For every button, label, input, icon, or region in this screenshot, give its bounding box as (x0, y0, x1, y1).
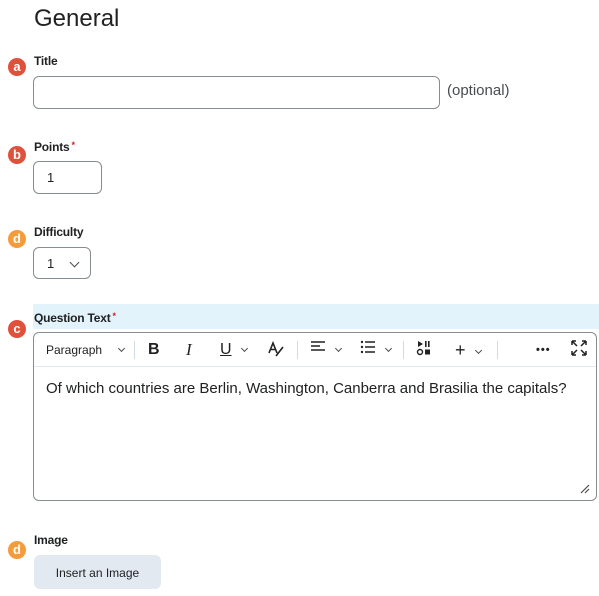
align-left-icon (311, 341, 325, 351)
toolbar-divider (403, 341, 404, 359)
chevron-down-icon (385, 344, 393, 353)
question-text-highlight (33, 304, 599, 329)
difficulty-selected-value: 1 (47, 256, 55, 271)
toolbar-divider (297, 341, 298, 359)
insert-stuff-dropdown[interactable]: + (455, 340, 482, 360)
question-text-content: Of which countries are Berlin, Washingto… (46, 380, 567, 397)
callout-marker-a: a (8, 58, 26, 76)
text-style-icon[interactable] (267, 340, 285, 360)
points-label-text: Points (34, 140, 70, 154)
callout-marker-b: b (8, 146, 26, 164)
resize-handle-icon[interactable] (580, 484, 590, 494)
question-text-label: Question Text * (34, 311, 116, 325)
insert-media-icon[interactable] (416, 340, 432, 360)
image-label: Image (34, 533, 68, 547)
fullscreen-icon[interactable] (571, 340, 587, 360)
title-label: Title (34, 54, 58, 68)
required-asterisk: * (112, 311, 117, 321)
difficulty-label: Difficulty (34, 225, 84, 239)
editor-toolbar: Paragraph B I U + ••• (34, 333, 596, 367)
plus-icon: + (455, 340, 466, 360)
more-actions-icon[interactable]: ••• (536, 340, 551, 360)
bulleted-list-icon (360, 340, 375, 354)
align-dropdown[interactable] (310, 340, 343, 360)
bold-button[interactable]: B (148, 340, 160, 360)
title-optional-hint: (optional) (447, 82, 510, 99)
callout-marker-c: c (8, 320, 26, 338)
toolbar-divider (497, 341, 498, 359)
italic-button[interactable]: I (186, 340, 192, 360)
required-asterisk: * (71, 140, 75, 150)
question-text-editor[interactable]: Paragraph B I U + ••• Of which countries… (33, 332, 597, 501)
underline-button: U (220, 341, 232, 358)
chevron-down-icon (240, 344, 248, 353)
toolbar-divider (134, 341, 135, 359)
callout-marker-d: d (8, 230, 26, 248)
title-input[interactable] (33, 76, 440, 109)
chevron-down-icon (474, 346, 482, 355)
insert-image-button[interactable]: Insert an Image (34, 555, 161, 589)
chevron-down-icon (118, 344, 126, 353)
difficulty-select[interactable]: 1 (33, 247, 91, 279)
callout-marker-d: d (8, 541, 26, 559)
paragraph-format-dropdown[interactable]: Paragraph (46, 340, 126, 360)
underline-dropdown[interactable]: U (220, 340, 248, 360)
question-text-label-text: Question Text (34, 311, 111, 325)
chevron-down-icon (69, 257, 80, 268)
list-dropdown[interactable] (360, 340, 393, 360)
section-title: General (34, 5, 120, 32)
chevron-down-icon (335, 344, 343, 353)
points-input[interactable]: 1 (33, 161, 102, 194)
points-label: Points * (34, 140, 75, 154)
paragraph-format-label: Paragraph (46, 343, 103, 357)
